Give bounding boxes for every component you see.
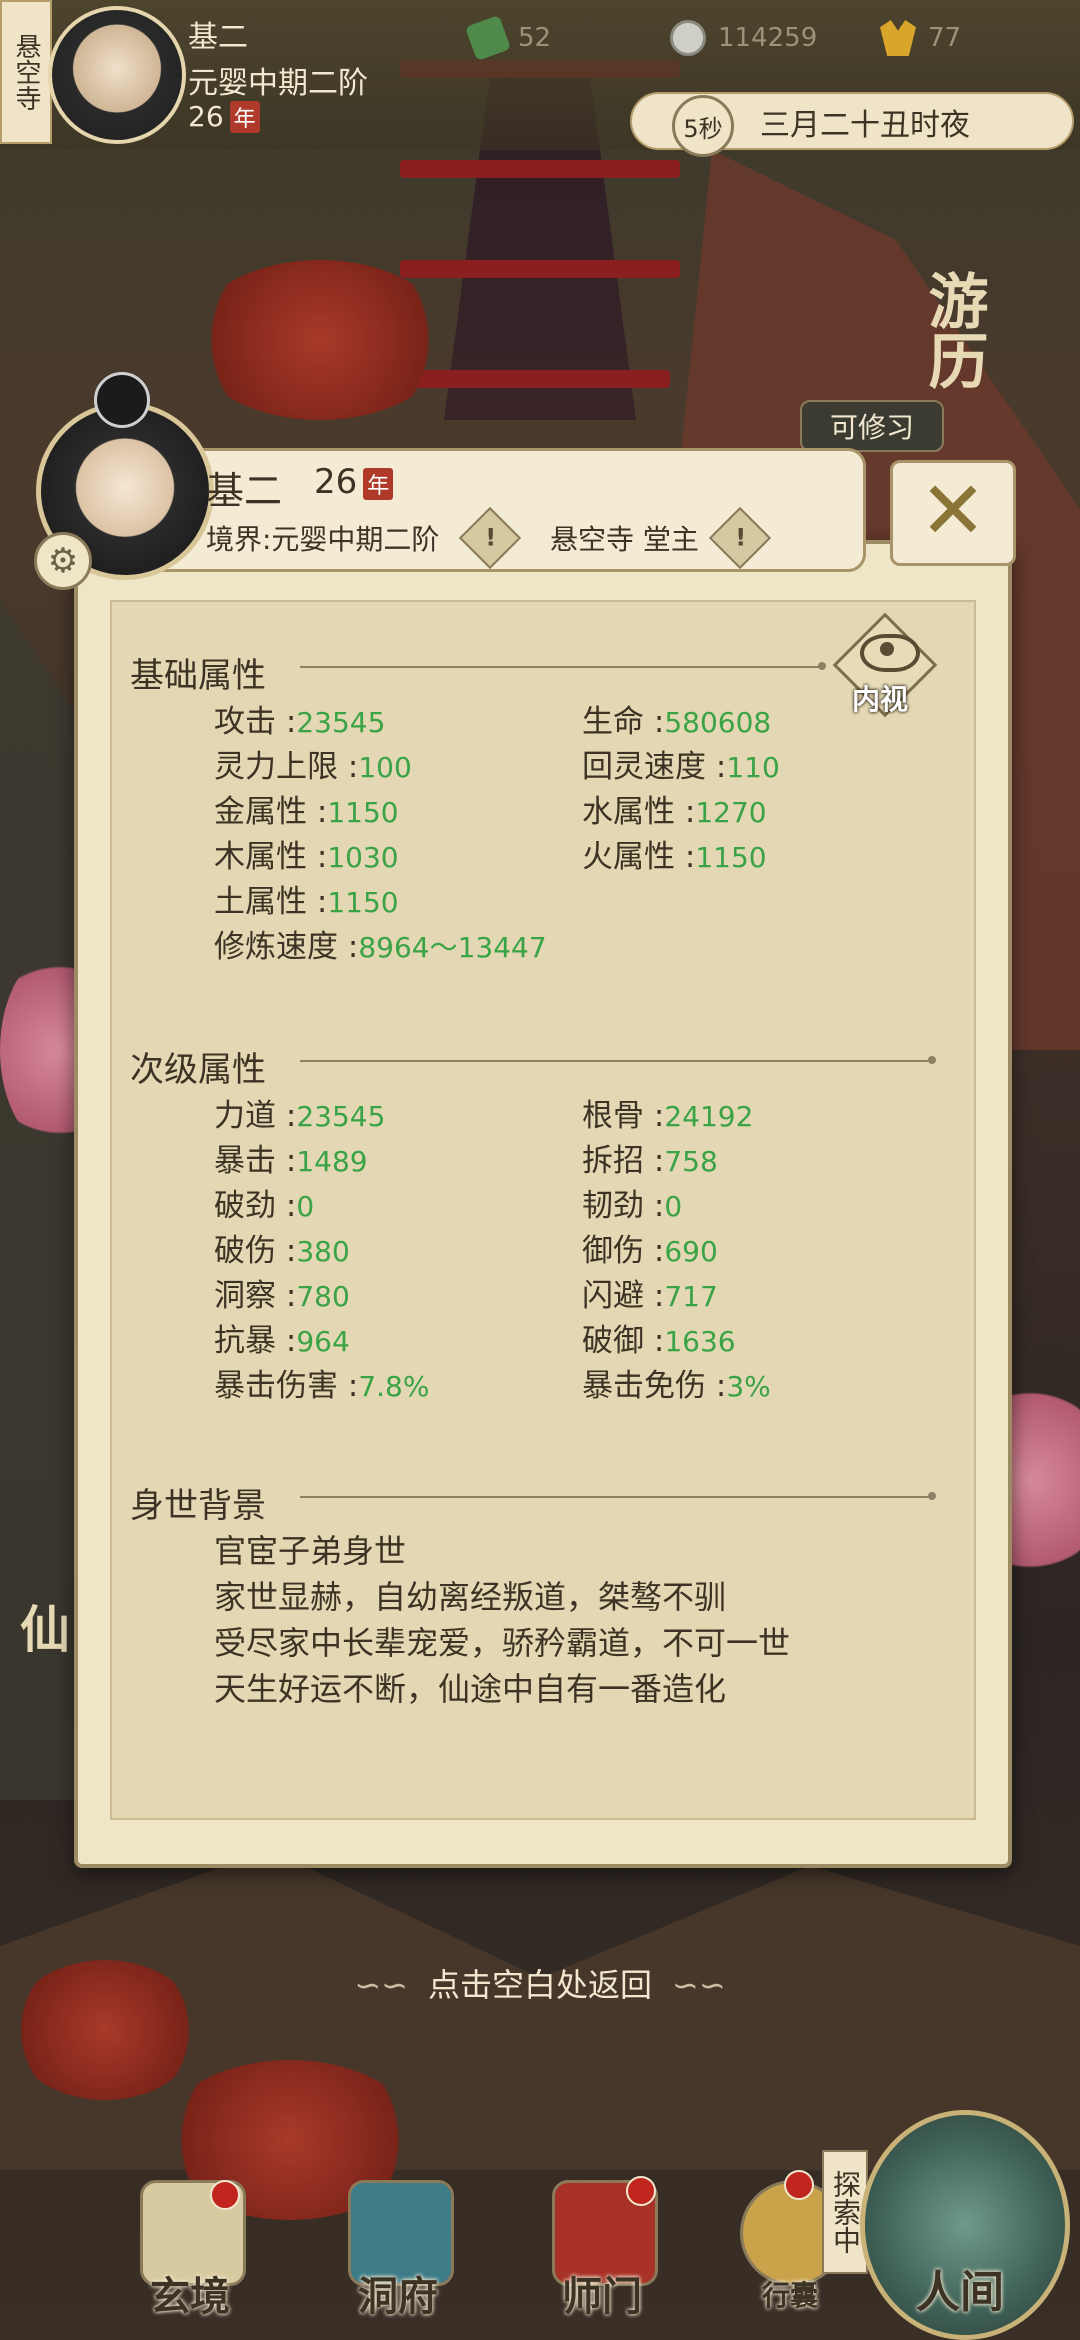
stat-cultivation-speed: 修炼速度 :8964～13447 [214,929,547,965]
stat-life: 生命 :580608 [582,704,772,740]
sect-position-text: 悬空寺 堂主 [550,523,699,556]
background-line: 受尽家中长辈宠爱，骄矜霸道，不可一世 [214,1624,791,1662]
background-line: 官宦子弟身世 [214,1532,407,1570]
stat-crit-damage: 暴击伤害 :7.8% [214,1368,430,1404]
hud-avatar[interactable] [48,6,186,144]
nav-label: 玄境 [150,2273,230,2320]
stat-break-defense: 破御 :1636 [582,1323,736,1359]
secondary-attributes-title: 次级属性 [130,1050,266,1090]
top-hud: 悬空寺 基二 元婴中期二阶 26 年 52 114259 77 5秒 三月二十丑时… [0,0,1080,157]
stat-mana-regen: 回灵速度 :110 [582,749,780,785]
basic-attributes-title: 基础属性 [130,656,266,696]
stat-water: 水属性 :1270 [582,794,767,830]
nav-label: 行囊 [761,2279,818,2312]
sect-tag[interactable]: 悬空寺 [0,0,52,144]
human-world-label: 人间 [916,2267,1004,2318]
stat-parry: 拆招 :758 [582,1143,718,1179]
background-line: 家世显赫，自幼离经叛道，桀骜不驯 [214,1578,727,1616]
strength-value: 77 [928,23,962,53]
nav-dongfu[interactable]: 洞府 [318,2170,478,2330]
hud-age-value: 26 [188,100,224,133]
close-button[interactable]: ✕ [890,460,1016,566]
stat-toughness: 韧劲 :0 [582,1188,683,1224]
stat-metal: 金属性 :1150 [214,794,399,830]
cultivable-chip[interactable]: 可修习 [800,400,944,452]
stat-break-force: 破劲 :0 [214,1188,315,1224]
stat-insight: 洞察 :780 [214,1278,350,1314]
jade-value: 52 [518,23,552,53]
hair-crown [94,372,150,428]
jade-icon [464,14,512,62]
section-divider [300,1492,936,1500]
section-divider [300,1056,936,1064]
nav-shimen[interactable]: 师门 [522,2170,682,2330]
eye-icon [860,634,920,672]
travel-label[interactable]: 游历 [910,270,997,390]
background-line: 天生好运不断，仙途中自有一番造化 [214,1670,727,1708]
stat-fire: 火属性 :1150 [582,839,767,875]
stat-earth: 土属性 :1150 [214,884,399,920]
settings-gear-icon[interactable]: ⚙ [34,532,92,590]
resource-coin[interactable]: 114259 [670,20,817,56]
timer-badge: 5秒 [672,95,734,157]
stat-damage-defense: 御伤 :690 [582,1233,718,1269]
stat-max-mana: 灵力上限 :100 [214,749,412,785]
stat-attack: 攻击 :23545 [214,704,386,740]
stat-crit-resist: 抗暴 :964 [214,1323,350,1359]
stat-crit-damage-reduction: 暴击免伤 :3% [582,1368,771,1404]
game-date: 三月二十丑时夜 [760,108,970,143]
realm-text: 境界:元婴中期二阶 [206,523,440,556]
nav-xuanjing[interactable]: 玄境 [110,2170,270,2330]
stat-wood: 木属性 :1030 [214,839,399,875]
nav-label: 师门 [562,2273,642,2320]
stat-dodge: 闪避 :717 [582,1278,718,1314]
resource-jade[interactable]: 52 [464,14,552,62]
resource-strength[interactable]: 77 [880,20,961,56]
stat-crit: 暴击 :1489 [214,1143,368,1179]
year-badge: 年 [363,468,394,500]
hud-age: 26 年 [188,100,260,133]
section-divider [300,662,826,670]
coin-icon [670,20,706,56]
character-age-value: 26 [314,462,358,502]
stat-root-bone: 根骨 :24192 [582,1098,754,1134]
stat-strength: 力道 :23545 [214,1098,386,1134]
inner-view-label: 内视 [852,683,909,716]
background-title: 身世背景 [130,1486,266,1526]
stat-break-damage: 破伤 :380 [214,1233,350,1269]
character-name: 基二 [206,469,283,513]
notification-dot [210,2180,240,2210]
red-pine-tree [190,260,450,420]
tap-to-return-hint[interactable]: 点击空白处返回 [0,1960,1080,2006]
hud-character-name: 基二 [188,20,248,55]
inner-view-button[interactable]: 内视 [832,612,938,718]
coin-value: 114259 [718,23,818,53]
notification-dot [784,2170,814,2200]
nav-label: 洞府 [358,2273,438,2320]
strength-icon [880,20,916,56]
immortal-label[interactable]: 仙 [20,1590,70,1662]
hud-realm: 元婴中期二阶 [188,66,368,101]
character-age: 26 年 [314,462,394,502]
notification-dot [626,2176,656,2206]
year-badge: 年 [229,101,260,133]
